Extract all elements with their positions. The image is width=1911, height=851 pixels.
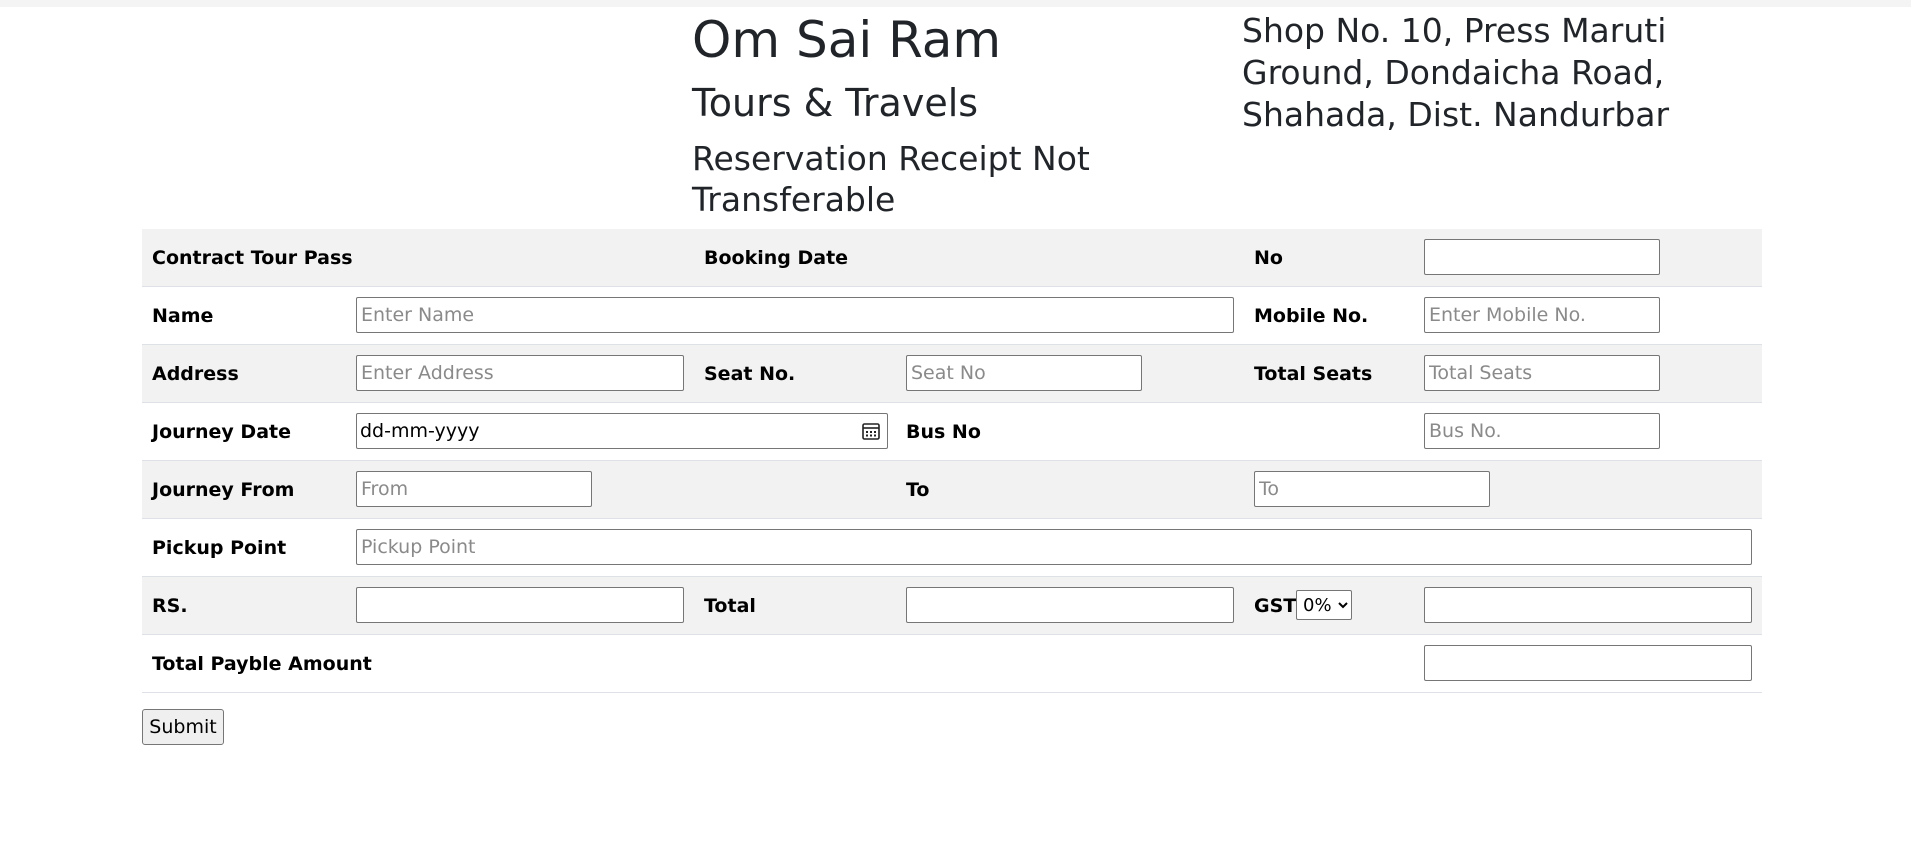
mobile-input[interactable] bbox=[1424, 297, 1660, 333]
shop-address: Shop No. 10, Press Maruti Ground, Dondai… bbox=[1242, 11, 1670, 134]
gst-select[interactable]: 0% bbox=[1296, 590, 1352, 620]
receipt-no-input[interactable] bbox=[1424, 239, 1660, 275]
form-row-name: Name Mobile No. bbox=[142, 287, 1762, 345]
journey-to-label: To bbox=[906, 478, 930, 501]
total-input[interactable] bbox=[906, 587, 1234, 623]
calendar-icon[interactable] bbox=[861, 421, 881, 441]
seat-no-label: Seat No. bbox=[704, 362, 796, 385]
contract-tour-pass-label: Contract Tour Pass bbox=[152, 246, 353, 269]
journey-to-input[interactable] bbox=[1254, 471, 1490, 507]
submit-button[interactable]: Submit bbox=[142, 709, 224, 745]
pickup-point-input[interactable] bbox=[356, 529, 1752, 565]
journey-date-value: dd-mm-yyyy bbox=[360, 420, 480, 442]
name-input[interactable] bbox=[356, 297, 1234, 333]
total-payable-label: Total Payble Amount bbox=[152, 652, 372, 675]
receipt-no-label: No bbox=[1254, 246, 1283, 269]
address-input[interactable] bbox=[356, 355, 684, 391]
gst-label: GST bbox=[1254, 594, 1297, 617]
bus-no-label: Bus No bbox=[906, 420, 981, 443]
pickup-point-label: Pickup Point bbox=[152, 536, 287, 559]
bus-no-input[interactable] bbox=[1424, 413, 1660, 449]
form-row-journey-route: Journey From To bbox=[142, 461, 1762, 519]
company-title: Om Sai Ram bbox=[692, 11, 1002, 69]
mobile-label: Mobile No. bbox=[1254, 304, 1369, 327]
booking-date-label: Booking Date bbox=[704, 246, 849, 269]
total-seats-input[interactable] bbox=[1424, 355, 1660, 391]
rs-label: RS. bbox=[152, 594, 188, 617]
top-strip bbox=[0, 0, 1911, 7]
name-label: Name bbox=[152, 304, 214, 327]
journey-from-input[interactable] bbox=[356, 471, 592, 507]
form-row-pass: Contract Tour Pass Booking Date No bbox=[142, 229, 1762, 287]
receipt-note: Reservation Receipt Not Transferable bbox=[692, 139, 1090, 219]
form-row-journey-date: Journey Date dd-mm-yyyy Bus No bbox=[142, 403, 1762, 461]
total-label: Total bbox=[704, 594, 756, 617]
company-subtitle: Tours & Travels bbox=[692, 81, 979, 125]
address-label: Address bbox=[152, 362, 239, 385]
gst-amount-input[interactable] bbox=[1424, 587, 1752, 623]
total-seats-label: Total Seats bbox=[1254, 362, 1373, 385]
journey-date-label: Journey Date bbox=[152, 420, 291, 443]
journey-date-input[interactable]: dd-mm-yyyy bbox=[356, 413, 888, 449]
rs-input[interactable] bbox=[356, 587, 684, 623]
total-payable-input[interactable] bbox=[1424, 645, 1752, 681]
seat-no-input[interactable] bbox=[906, 355, 1142, 391]
journey-from-label: Journey From bbox=[152, 478, 295, 501]
form-row-address: Address Seat No. Total Seats bbox=[142, 345, 1762, 403]
form-row-total-payable: Total Payble Amount bbox=[142, 635, 1762, 693]
form-row-amount: RS. Total GST 0% bbox=[142, 577, 1762, 635]
form-row-pickup: Pickup Point bbox=[142, 519, 1762, 577]
